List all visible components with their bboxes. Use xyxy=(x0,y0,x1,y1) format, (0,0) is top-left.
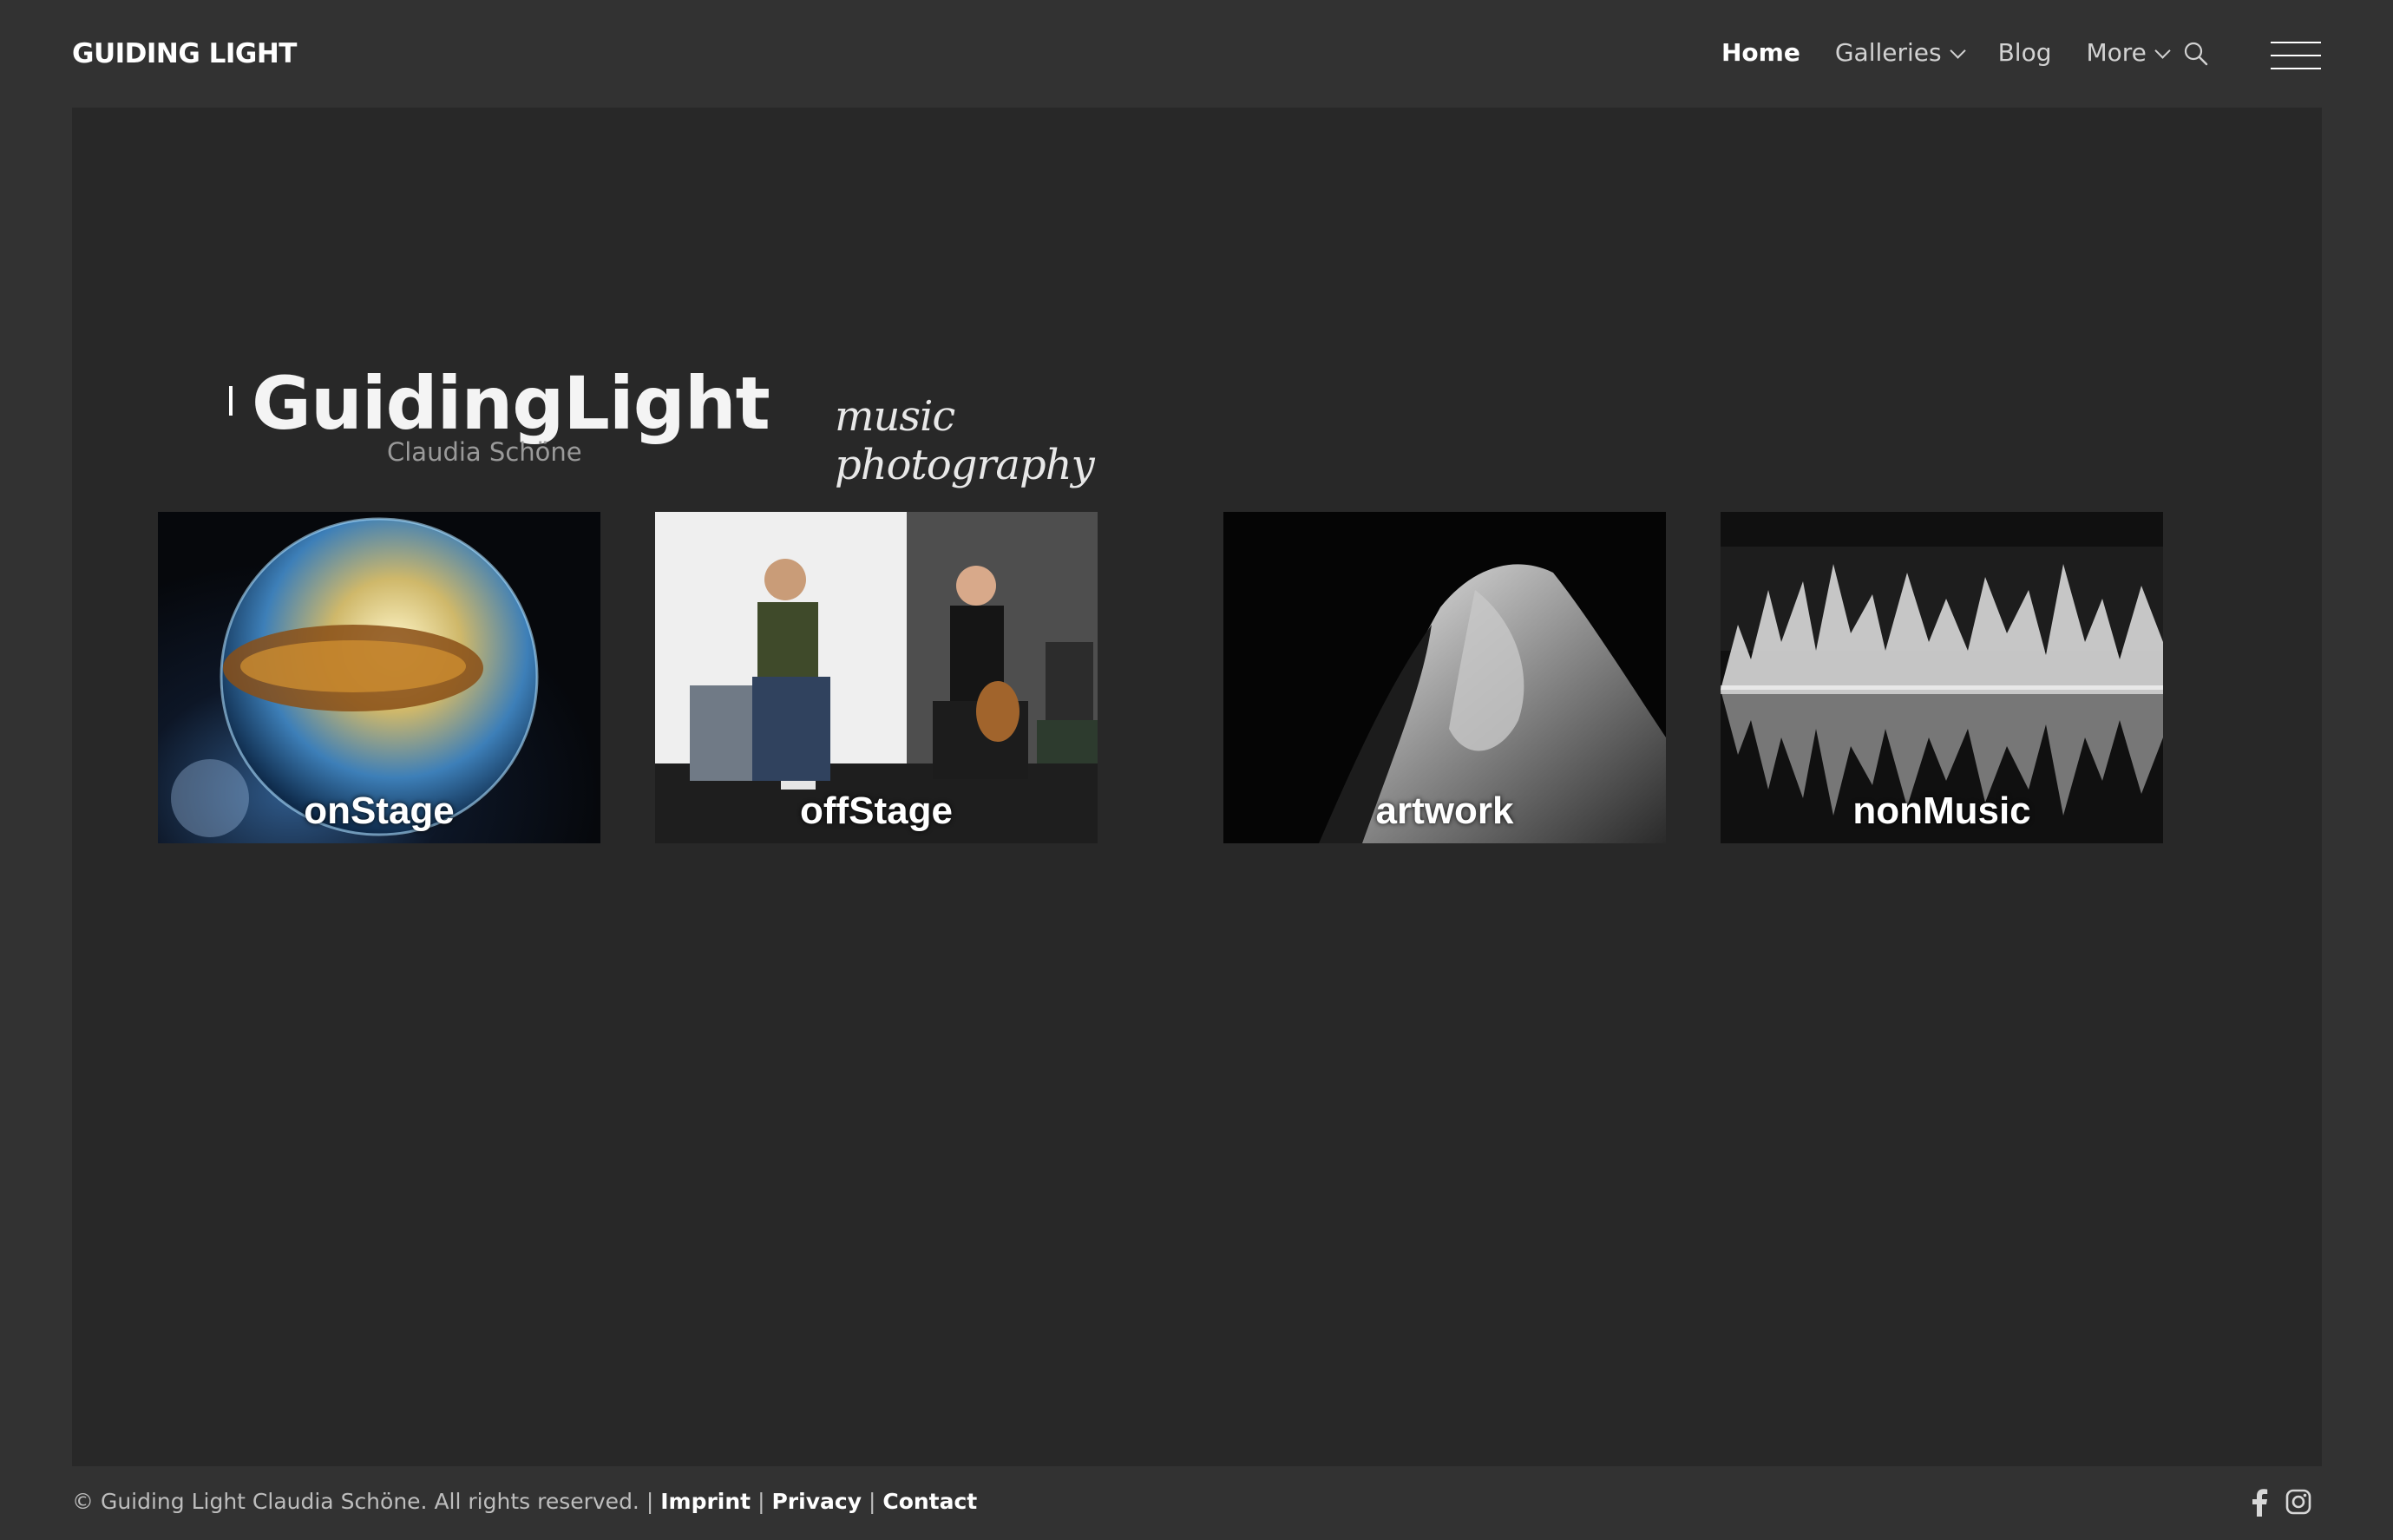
gallery-tile-artwork[interactable]: artwork xyxy=(1223,512,1666,843)
brand-subtitle: Claudia Schöne xyxy=(387,437,582,467)
facebook-icon[interactable] xyxy=(2251,1489,2268,1517)
brand-tagline: music photography xyxy=(835,392,1095,489)
main-nav: Home Galleries Blog More xyxy=(1721,38,2203,67)
brand-title: GuidingLight xyxy=(252,361,770,446)
copyright-text: © Guiding Light Claudia Schöne. All righ… xyxy=(72,1489,639,1514)
gallery-label: nonMusic xyxy=(1852,790,2031,832)
nav-blog[interactable]: Blog xyxy=(1998,38,2052,67)
footer-separator: | xyxy=(757,1489,765,1514)
privacy-link[interactable]: Privacy xyxy=(771,1489,862,1514)
gallery-tile-nonmusic[interactable]: nonMusic xyxy=(1721,512,2163,843)
nav-more[interactable]: More xyxy=(2086,38,2171,67)
footer-separator: | xyxy=(868,1489,876,1514)
nav-galleries[interactable]: Galleries xyxy=(1834,38,1966,67)
gallery-label: onStage xyxy=(304,790,455,832)
nav-blog-label: Blog xyxy=(1997,38,2052,67)
hamburger-menu-icon[interactable] xyxy=(2271,40,2321,71)
imprint-link[interactable]: Imprint xyxy=(660,1489,751,1514)
gallery-label: offStage xyxy=(800,790,953,832)
brand-logo: GuidingLight Claudia Schöne music photog… xyxy=(158,260,1199,489)
chevron-down-icon xyxy=(2154,43,2171,59)
instagram-icon[interactable] xyxy=(2285,1489,2311,1515)
site-title[interactable]: GUIDING LIGHT xyxy=(72,38,297,69)
nav-more-label: More xyxy=(2086,38,2147,67)
gallery-tile-onstage[interactable]: onStage xyxy=(158,512,600,843)
search-icon[interactable] xyxy=(2183,41,2209,67)
nav-home[interactable]: Home xyxy=(1721,38,1800,67)
footer: © Guiding Light Claudia Schöne. All righ… xyxy=(72,1489,977,1514)
nav-home-label: Home xyxy=(1721,38,1800,67)
contact-link[interactable]: Contact xyxy=(882,1489,977,1514)
footer-separator: | xyxy=(646,1489,654,1514)
gallery-tile-offstage[interactable]: offStage xyxy=(655,512,1098,843)
chevron-down-icon xyxy=(1949,43,1966,59)
gallery-label: artwork xyxy=(1375,790,1514,832)
nav-galleries-label: Galleries xyxy=(1834,38,1942,67)
logo-bar xyxy=(229,386,233,416)
